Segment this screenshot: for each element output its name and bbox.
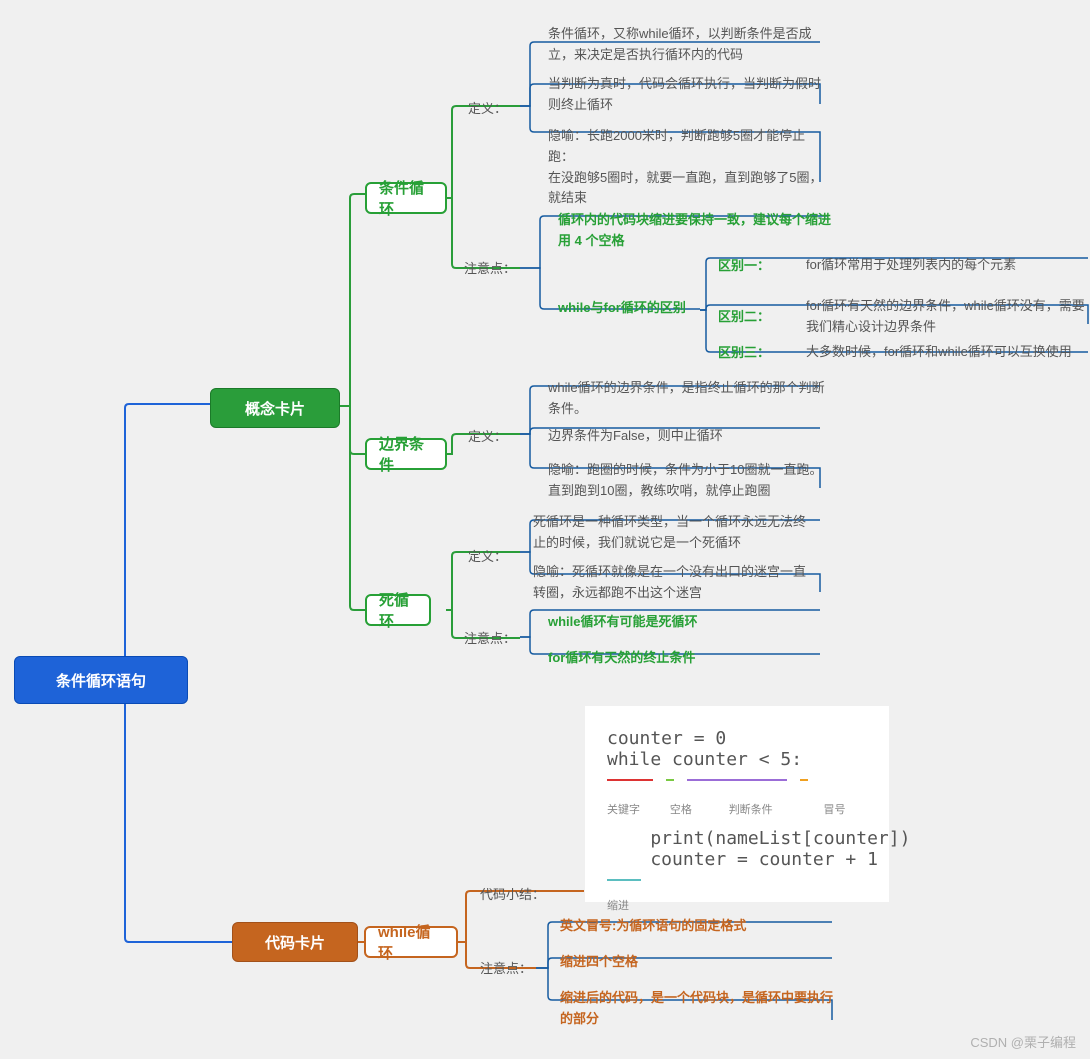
code-line-2: while counter < 5: (607, 749, 869, 770)
dl-note1: while循环有可能是死循环 (548, 612, 698, 633)
def-label-3: 定义： (468, 546, 507, 565)
cl-def1: 条件循环，又称while循环，以判断条件是否成立，来决定是否执行循环内的代码 (548, 24, 828, 66)
cond-loop-node[interactable]: 条件循环 (365, 182, 447, 214)
diff2-label: 区别二： (718, 306, 770, 325)
diff2-text: for循环有天然的边界条件，while循环没有，需要我们精心设计边界条件 (806, 296, 1086, 338)
boundary-node[interactable]: 边界条件 (365, 438, 447, 470)
while-loop-node[interactable]: while循环 (364, 926, 458, 958)
cl-def3: 隐喻：长跑2000米时，判断跑够5圈才能停止跑： 在没跑够5圈时，就要一直跑，直… (548, 126, 828, 209)
root-node[interactable]: 条件循环语句 (14, 656, 188, 704)
code-snippet: counter = 0 while counter < 5: 关键字 空格 判断… (585, 706, 889, 902)
code-card-node[interactable]: 代码卡片 (232, 922, 358, 962)
note-label-2: 注意点： (464, 628, 516, 647)
bd-def1: while循环的边界条件，是指终止循环的那个判断条件。 (548, 378, 828, 420)
dl-def2: 隐喻：死循环就像是在一个没有出口的迷宫一直转圈，永远都跑不出这个迷宫 (533, 562, 813, 604)
def-label-1: 定义： (468, 98, 507, 117)
code-summary-label: 代码小结： (480, 884, 545, 903)
code-line-3: print(nameList[counter]) (607, 828, 869, 849)
bd-def3: 隐喻：跑圈的时候，条件为小于10圈就一直跑。直到跑到10圈，教练吹哨，就停止跑圈 (548, 460, 828, 502)
dl-note2: for循环有天然的终止条件 (548, 648, 695, 669)
wl-n3: 缩进后的代码，是一个代码块，是循环中要执行的部分 (560, 988, 840, 1030)
dead-loop-node[interactable]: 死循环 (365, 594, 431, 626)
wl-n1: 英文冒号:为循环语句的固定格式 (560, 916, 746, 937)
diff3-text: 大多数时候，for循环和while循环可以互换使用 (806, 342, 1072, 363)
concept-card-node[interactable]: 概念卡片 (210, 388, 340, 428)
diff3-label: 区别三： (718, 342, 770, 361)
wl-n2: 缩进四个空格 (560, 952, 638, 973)
bd-def2: 边界条件为False，则中止循环 (548, 426, 723, 447)
def-label-2: 定义： (468, 426, 507, 445)
code-line-1: counter = 0 (607, 728, 869, 749)
dl-def1: 死循环是一种循环类型，当一个循环永远无法终止的时候，我们就说它是一个死循环 (533, 512, 813, 554)
note-label-3: 注意点： (480, 958, 532, 977)
code-line-4: counter = counter + 1 (607, 849, 869, 870)
cl-note1: 循环内的代码块缩进要保持一致，建议每个缩进用 4 个空格 (558, 210, 838, 252)
footer-attribution: CSDN @栗子编程 (970, 1032, 1076, 1051)
cl-def2: 当判断为真时，代码会循环执行，当判断为假时则终止循环 (548, 74, 828, 116)
diff1-text: for循环常用于处理列表内的每个元素 (806, 255, 1016, 276)
cl-note2: while与for循环的区别 (558, 298, 686, 319)
diff1-label: 区别一： (718, 255, 770, 274)
note-label-1: 注意点： (464, 258, 516, 277)
